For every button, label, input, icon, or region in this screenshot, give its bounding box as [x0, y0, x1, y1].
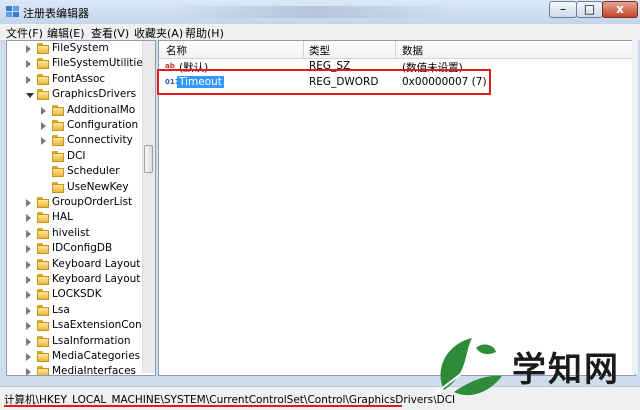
collapse-arrow-icon[interactable]	[26, 45, 31, 53]
tree-vertical-scrollbar[interactable]	[142, 41, 155, 373]
menu-view[interactable]: 查看(V)	[91, 25, 129, 41]
tree-item-label: GraphicsDrivers	[52, 88, 137, 101]
menu-bar: 文件(F) 编辑(E) 查看(V) 收藏夹(A) 帮助(H)	[0, 24, 640, 41]
column-divider[interactable]	[395, 41, 396, 58]
tree-item-label: MediaCategories	[52, 350, 141, 362]
list-header: 名称 类型 数据	[159, 41, 635, 59]
collapse-arrow-icon[interactable]	[26, 353, 31, 361]
folder-icon	[37, 58, 49, 70]
collapse-arrow-icon[interactable]	[26, 214, 31, 223]
registry-editor-icon	[6, 6, 19, 17]
folder-icon	[52, 120, 64, 131]
folder-icon	[52, 104, 64, 116]
watermark-logo: 学知网	[424, 330, 638, 402]
folder-icon	[37, 73, 49, 85]
folder-icon	[52, 166, 64, 178]
folder-icon	[37, 227, 49, 239]
minimize-button[interactable]: –	[549, 1, 577, 18]
registry-key-tree[interactable]: FileSystem FileSystemUtilities FontAssoc Gr…	[6, 40, 156, 376]
folder-icon	[52, 135, 64, 147]
collapse-arrow-icon[interactable]	[26, 276, 31, 284]
tree-item-label: Scheduler	[67, 165, 120, 178]
collapse-arrow-icon[interactable]	[41, 122, 46, 130]
tree-item-label: MediaInterfaces	[52, 365, 137, 376]
folder-icon	[37, 89, 49, 101]
folder-icon	[37, 351, 49, 362]
tree-item-label: FileSystemUtilities	[52, 57, 149, 70]
tree-item-label: Keyboard Layout	[52, 273, 141, 285]
column-header-type[interactable]: 类型	[309, 43, 330, 58]
collapse-arrow-icon[interactable]	[26, 337, 31, 346]
tree-item-label: Configuration	[67, 119, 139, 131]
folder-icon	[37, 335, 49, 347]
menu-help[interactable]: 帮助(H)	[185, 25, 224, 41]
collapse-arrow-icon[interactable]	[26, 260, 31, 269]
folder-icon	[37, 320, 49, 332]
tree-item-label: Lsa	[52, 303, 70, 316]
folder-icon	[37, 258, 49, 270]
tree-item-label: IDConfigDB	[52, 242, 113, 255]
tree-item-label: LsaExtensionConf	[52, 319, 146, 332]
tree-item-label: GroupOrderList	[52, 196, 133, 208]
collapse-arrow-icon[interactable]	[26, 245, 31, 254]
folder-icon	[37, 212, 49, 224]
collapse-arrow-icon[interactable]	[26, 368, 31, 375]
tree-item-label: LOCKSDK	[52, 288, 102, 301]
collapse-arrow-icon[interactable]	[26, 229, 31, 238]
list-scrollbar-edge[interactable]	[632, 40, 638, 374]
folder-icon	[37, 197, 49, 208]
tree-item-label: AdditionalMo	[67, 103, 136, 116]
folder-icon	[37, 304, 49, 316]
folder-icon	[52, 181, 64, 193]
collapse-arrow-icon[interactable]	[26, 75, 31, 84]
collapse-arrow-icon[interactable]	[41, 137, 46, 146]
path-underline-annotation	[4, 405, 402, 407]
menu-favorites[interactable]: 收藏夹(A)	[134, 25, 183, 41]
folder-icon	[52, 150, 64, 162]
maximize-button[interactable]: □	[576, 1, 603, 18]
folder-icon	[37, 274, 49, 285]
menu-file[interactable]: 文件(F)	[6, 25, 43, 41]
collapse-arrow-icon[interactable]	[41, 106, 46, 115]
collapse-arrow-icon[interactable]	[26, 291, 31, 300]
tree-item-label: hivelist	[52, 226, 90, 239]
collapse-arrow-icon[interactable]	[26, 306, 31, 315]
collapse-arrow-icon[interactable]	[26, 322, 31, 331]
expand-arrow-icon[interactable]	[26, 93, 34, 99]
column-header-data[interactable]: 数据	[402, 43, 423, 58]
title-bar[interactable]: 注册表编辑器 – □ x	[0, 0, 640, 24]
column-divider[interactable]	[303, 41, 304, 58]
watermark-text: 学知网	[512, 350, 620, 390]
folder-icon	[37, 243, 49, 255]
tree-item-label: LsaInformation	[52, 334, 131, 347]
leaf-logo-icon	[431, 338, 502, 397]
folder-icon	[37, 366, 49, 375]
collapse-arrow-icon[interactable]	[26, 60, 31, 69]
tree-item-label: Connectivity	[67, 134, 133, 147]
registry-editor-window: 注册表编辑器 – □ x 文件(F) 编辑(E) 查看(V) 收藏夹(A) 帮助…	[0, 0, 640, 410]
column-header-name[interactable]: 名称	[166, 43, 187, 58]
tree-item-label: Keyboard Layout	[52, 257, 141, 270]
tree-scroll-thumb[interactable]	[144, 145, 153, 173]
collapse-arrow-icon[interactable]	[26, 199, 31, 207]
highlight-annotation-box	[157, 69, 491, 95]
tree-item-label: FontAssoc	[52, 72, 106, 85]
tree-item-label: UseNewKey	[67, 180, 129, 193]
window-title: 注册表编辑器	[23, 7, 89, 20]
blurred-title-area	[168, 6, 458, 18]
tree-item-label: HAL	[52, 211, 73, 224]
close-button[interactable]: x	[602, 1, 638, 18]
folder-icon	[37, 43, 49, 54]
tree-item-label: DCI	[67, 149, 86, 162]
tree-item-label: FileSystem	[52, 42, 109, 54]
menu-edit[interactable]: 编辑(E)	[47, 25, 85, 41]
folder-icon	[37, 289, 49, 301]
